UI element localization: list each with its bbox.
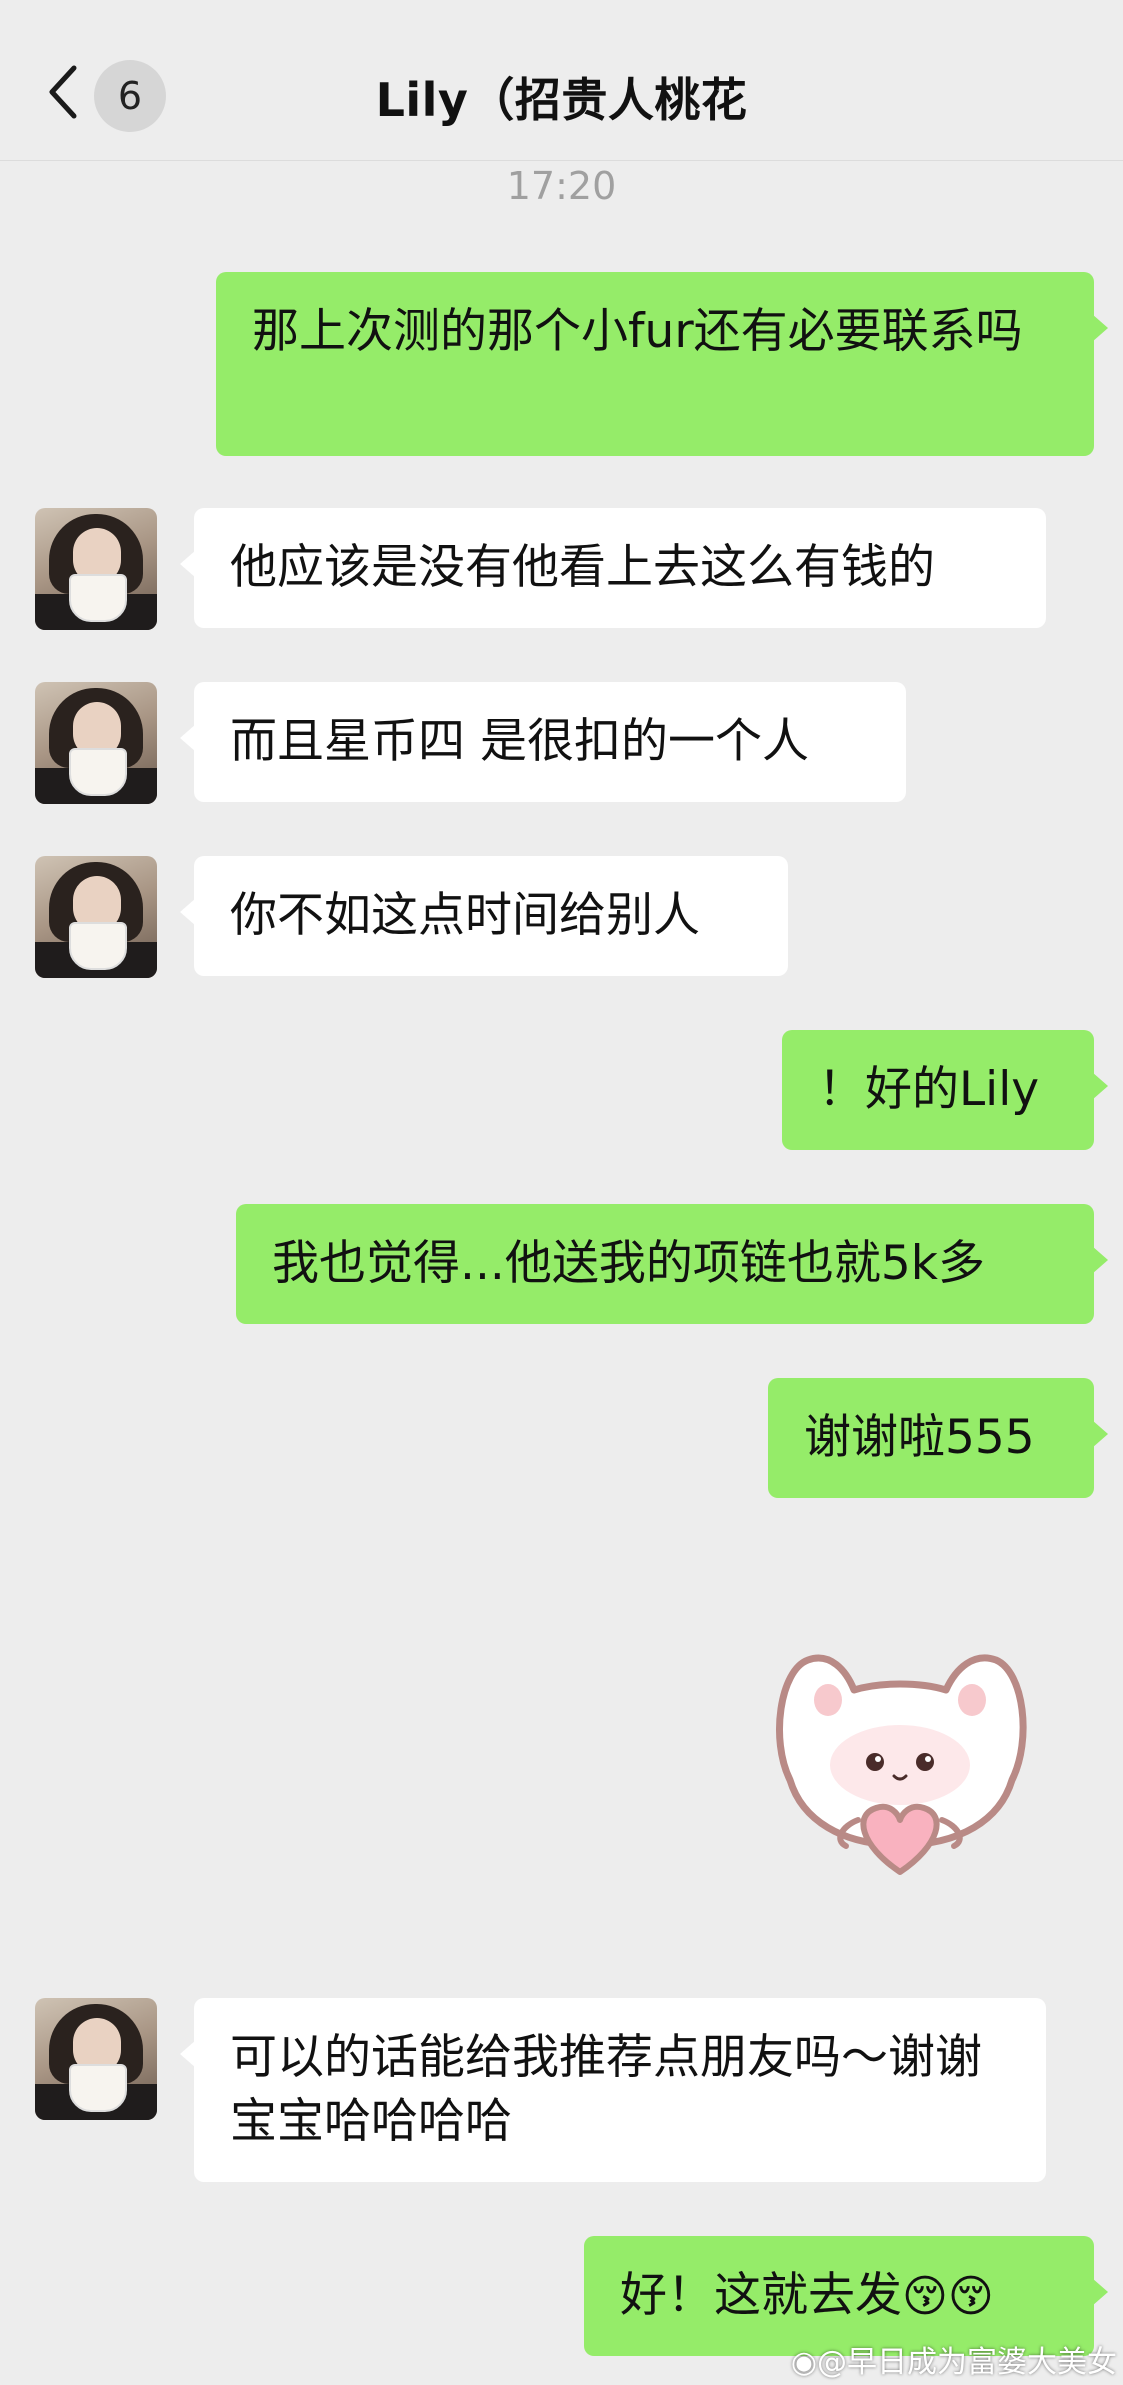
watermark-text: @早日成为富婆大美女 — [817, 2345, 1117, 2380]
contact-avatar[interactable] — [35, 1998, 157, 2120]
contact-avatar[interactable] — [35, 508, 157, 630]
message-bubble-received[interactable]: 你不如这点时间给别人 — [180, 856, 788, 976]
message-text: 而且星币四 是很扣的一个人 — [230, 714, 809, 769]
contact-avatar[interactable] — [35, 682, 157, 804]
message-bubble-sent[interactable]: ！好的Lily — [782, 1030, 1108, 1150]
message-bubble-sent[interactable]: 谢谢啦555 — [768, 1378, 1108, 1498]
message-bubble-sent[interactable]: 那上次测的那个小fur还有必要联系吗 — [216, 272, 1108, 456]
kissing-emoji: 😚😚 — [902, 2271, 994, 2322]
message-bubble-received[interactable]: 可以的话能给我推荐点朋友吗～谢谢宝宝哈哈哈哈 — [180, 1998, 1046, 2182]
message-text: 可以的话能给我推荐点朋友吗～谢谢宝宝哈哈哈哈 — [230, 2030, 982, 2149]
message-text: 你不如这点时间给别人 — [230, 888, 700, 943]
contact-avatar[interactable] — [35, 856, 157, 978]
message-text: 好！这就去发 — [620, 2268, 902, 2323]
message-text: 那上次测的那个小fur还有必要联系吗 — [252, 304, 1023, 359]
message-text: 他应该是没有他看上去这么有钱的 — [230, 540, 935, 595]
weibo-icon: ◉ — [790, 2345, 817, 2380]
message-bubble-received[interactable]: 而且星币四 是很扣的一个人 — [180, 682, 906, 802]
chat-header: 6 Lily（招贵人桃花 — [0, 0, 1123, 161]
message-bubble-received[interactable]: 他应该是没有他看上去这么有钱的 — [180, 508, 1046, 628]
cat-heart-sticker[interactable] — [750, 1630, 1050, 1890]
message-timestamp: 17:20 — [506, 164, 617, 208]
message-bubble-sent[interactable]: 我也觉得...他送我的项链也就5k多 — [236, 1204, 1108, 1324]
message-text: 我也觉得...他送我的项链也就5k多 — [272, 1236, 985, 1291]
chat-title[interactable]: Lily（招贵人桃花 — [0, 64, 1123, 130]
weibo-watermark: ◉@早日成为富婆大美女 — [791, 2337, 1117, 2381]
message-text: ！好的Lily — [818, 1062, 1040, 1117]
message-text: 谢谢啦555 — [804, 1410, 1035, 1465]
